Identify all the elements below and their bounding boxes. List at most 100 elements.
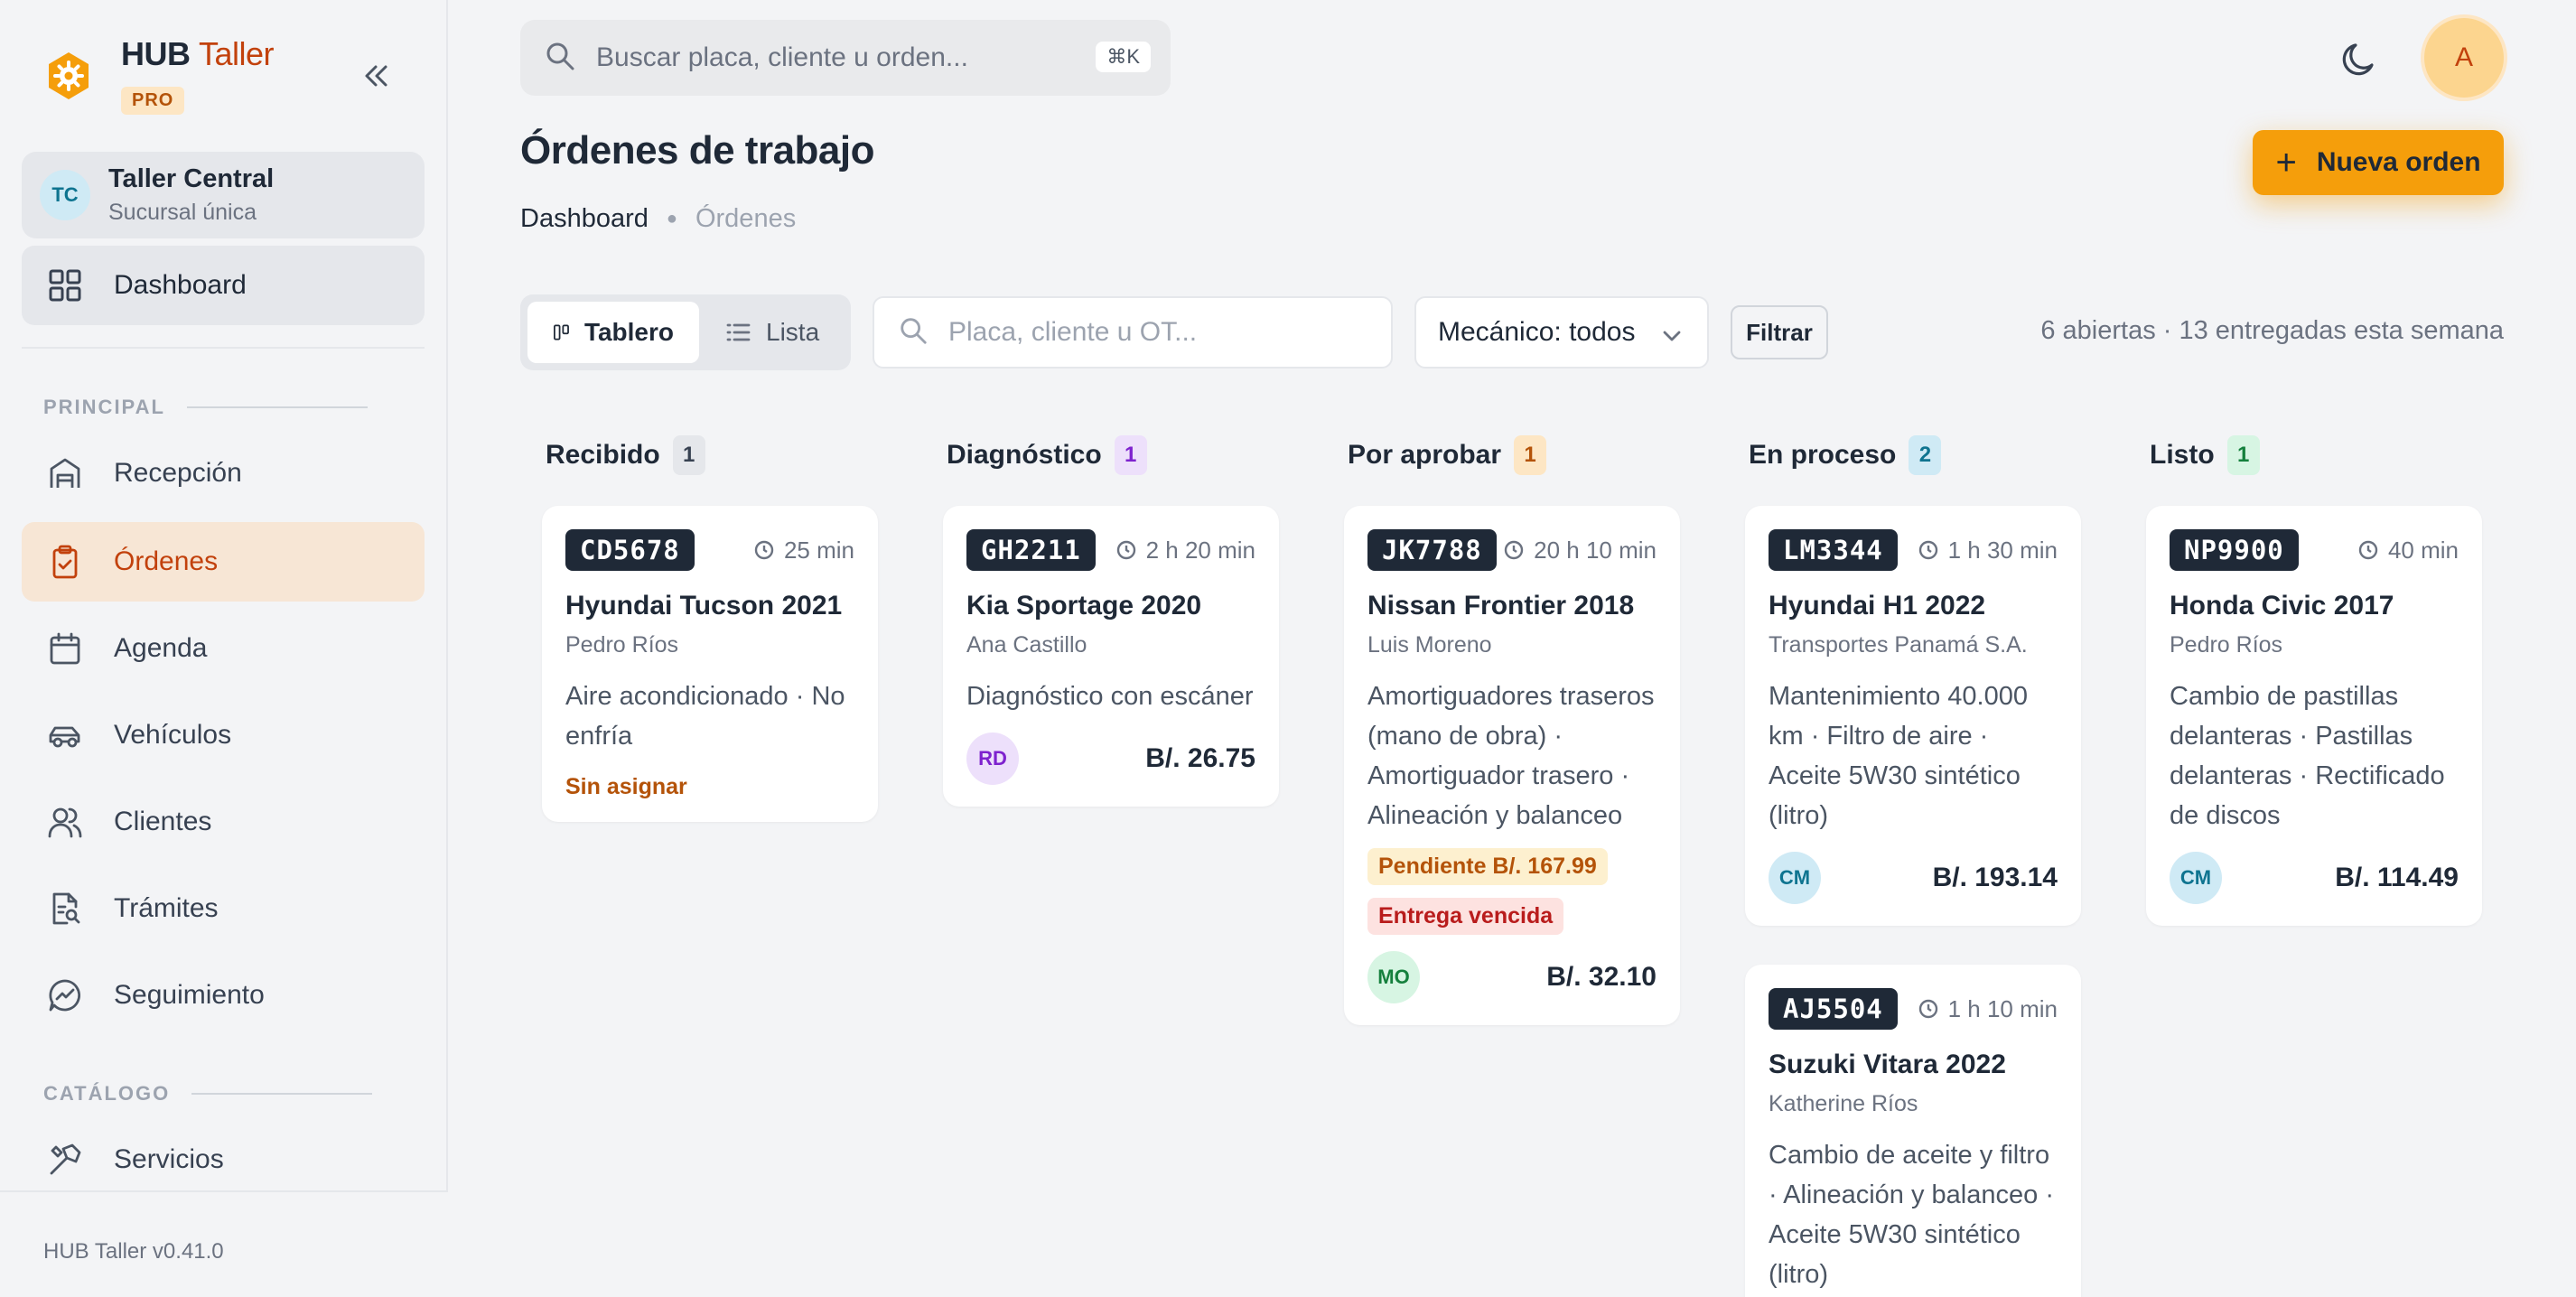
user-avatar[interactable]: A bbox=[2424, 18, 2504, 98]
column-count-badge: 1 bbox=[1114, 435, 1147, 475]
section-catalogo: CATÁLOGO bbox=[43, 1082, 373, 1106]
breadcrumb-separator: ● bbox=[666, 209, 677, 229]
brand-name: HUB Taller bbox=[121, 34, 275, 74]
document-search-icon bbox=[45, 889, 85, 928]
nav-servicios-label: Servicios bbox=[114, 1144, 224, 1174]
breadcrumb-current: Órdenes bbox=[695, 204, 797, 233]
plate-badge: CD5678 bbox=[565, 529, 695, 571]
column-diagnostico-header: Diagnóstico 1 bbox=[947, 435, 1147, 475]
column-listo-header: Listo 1 bbox=[2150, 435, 2260, 475]
section-catalogo-label: CATÁLOGO bbox=[43, 1082, 171, 1105]
vehicle-name: Honda Civic 2017 bbox=[2170, 591, 2394, 621]
elapsed-time: 1 h 10 min bbox=[1918, 995, 2058, 1023]
client-name: Pedro Ríos bbox=[2170, 632, 2283, 658]
nav-divider bbox=[22, 347, 425, 349]
view-board-button[interactable]: Tablero bbox=[527, 302, 699, 363]
wrench-hammer-icon bbox=[45, 1140, 85, 1180]
new-order-label: Nueva orden bbox=[2316, 147, 2481, 177]
dark-mode-toggle-icon[interactable] bbox=[2338, 38, 2381, 81]
order-card[interactable]: CD5678 25 min Hyundai Tucson 2021 Pedro … bbox=[542, 506, 878, 822]
order-price: B/. 193.14 bbox=[1932, 863, 2058, 892]
view-toggle: Tablero Lista bbox=[520, 294, 851, 370]
plate-badge: LM3344 bbox=[1769, 529, 1898, 571]
elapsed-time-value: 40 min bbox=[2387, 536, 2459, 564]
column-title: Diagnóstico bbox=[947, 440, 1102, 470]
nav-vehiculos[interactable]: Vehículos bbox=[22, 695, 425, 775]
search-icon bbox=[544, 40, 576, 77]
nav-tramites[interactable]: Trámites bbox=[22, 869, 425, 948]
branch-selector[interactable]: TC Taller Central Sucursal única bbox=[22, 152, 425, 238]
clock-icon bbox=[1504, 540, 1524, 560]
column-count-badge: 1 bbox=[2226, 435, 2260, 475]
order-card[interactable]: NP9900 40 min Honda Civic 2017 Pedro Río… bbox=[2146, 506, 2482, 926]
column-title: Recibido bbox=[546, 440, 660, 470]
client-name: Pedro Ríos bbox=[565, 632, 679, 658]
column-count-badge: 1 bbox=[672, 435, 705, 475]
grid-icon bbox=[45, 266, 85, 305]
view-list-button[interactable]: Lista bbox=[699, 302, 845, 363]
service-description: Diagnóstico con escáner bbox=[966, 682, 1254, 711]
vehicle-name: Hyundai H1 2022 bbox=[1769, 591, 1986, 621]
client-name: Luis Moreno bbox=[1367, 632, 1492, 658]
column-count-badge: 1 bbox=[1514, 435, 1547, 475]
client-name: Transportes Panamá S.A. bbox=[1769, 632, 2028, 658]
nav-ordenes-label: Órdenes bbox=[114, 546, 219, 576]
column-title: Listo bbox=[2150, 440, 2215, 470]
plate-badge: JK7788 bbox=[1367, 529, 1497, 571]
unassigned-status: Sin asignar bbox=[565, 774, 687, 799]
elapsed-time-value: 2 h 20 min bbox=[1145, 536, 1255, 564]
order-card[interactable]: JK7788 20 h 10 min Nissan Frontier 2018 … bbox=[1344, 506, 1680, 1025]
nav-clientes-label: Clientes bbox=[114, 807, 212, 836]
order-card[interactable]: AJ5504 1 h 10 min Suzuki Vitara 2022 Kat… bbox=[1745, 965, 2081, 1297]
order-card[interactable]: GH2211 2 h 20 min Kia Sportage 2020 Ana … bbox=[943, 506, 1279, 807]
new-order-button[interactable]: + Nueva orden bbox=[2253, 130, 2504, 195]
clock-icon bbox=[1918, 999, 1937, 1019]
nav-servicios[interactable]: Servicios bbox=[22, 1120, 425, 1199]
nav-recepcion[interactable]: Recepción bbox=[22, 434, 425, 513]
orders-summary: 6 abiertas · 13 entregadas esta semana bbox=[2040, 316, 2504, 345]
client-name: Ana Castillo bbox=[966, 632, 1087, 658]
order-price: B/. 114.49 bbox=[2335, 863, 2459, 892]
app-version: HUB Taller v0.41.0 bbox=[0, 1190, 448, 1297]
column-por-aprobar-header: Por aprobar 1 bbox=[1348, 435, 1547, 475]
overdue-badge: Entrega vencida bbox=[1367, 898, 1564, 935]
plus-icon: + bbox=[2275, 142, 2297, 182]
orders-search-placeholder: Placa, cliente u OT... bbox=[948, 317, 1198, 347]
elapsed-time-value: 1 h 30 min bbox=[1947, 536, 2058, 564]
nav-ordenes[interactable]: Órdenes bbox=[22, 522, 425, 602]
order-card[interactable]: LM3344 1 h 30 min Hyundai H1 2022 Transp… bbox=[1745, 506, 2081, 926]
mechanic-filter-select[interactable]: Mecánico: todos bbox=[1414, 296, 1709, 369]
nav-dashboard[interactable]: Dashboard bbox=[22, 246, 425, 325]
mechanic-filter-value: Mecánico: todos bbox=[1438, 317, 1636, 347]
elapsed-time: 25 min bbox=[753, 537, 854, 565]
nav-agenda[interactable]: Agenda bbox=[22, 609, 425, 688]
service-description: Aire acondicionado · No enfría bbox=[565, 682, 845, 751]
mechanic-avatar: CM bbox=[1769, 852, 1821, 904]
column-recibido-header: Recibido 1 bbox=[546, 435, 705, 475]
nav-seguimiento-label: Seguimiento bbox=[114, 980, 265, 1010]
page-title: Órdenes de trabajo bbox=[520, 128, 875, 173]
brand-name-a: HUB bbox=[121, 35, 191, 72]
pending-approval-badge: Pendiente B/. 167.99 bbox=[1367, 848, 1608, 885]
nav-clientes[interactable]: Clientes bbox=[22, 782, 425, 862]
clock-icon bbox=[1918, 540, 1937, 560]
collapse-sidebar-icon[interactable] bbox=[358, 58, 394, 94]
filter-button[interactable]: Filtrar bbox=[1731, 305, 1828, 359]
nav-dashboard-label: Dashboard bbox=[114, 270, 247, 300]
breadcrumb: Dashboard ● Órdenes bbox=[520, 204, 796, 234]
nav-seguimiento[interactable]: Seguimiento bbox=[22, 956, 425, 1035]
plate-badge: GH2211 bbox=[966, 529, 1096, 571]
brand-name-b: Taller bbox=[199, 35, 275, 72]
elapsed-time: 40 min bbox=[2357, 537, 2459, 565]
column-title: En proceso bbox=[1749, 440, 1897, 470]
brand[interactable]: HUB Taller PRO bbox=[43, 34, 275, 115]
search-shortcut: ⌘K bbox=[1096, 42, 1151, 72]
branch-avatar: TC bbox=[40, 170, 90, 220]
plate-badge: NP9900 bbox=[2170, 529, 2299, 571]
global-search[interactable]: Buscar placa, cliente u orden... ⌘K bbox=[520, 20, 1171, 96]
global-search-placeholder: Buscar placa, cliente u orden... bbox=[596, 42, 968, 72]
vehicle-name: Hyundai Tucson 2021 bbox=[565, 591, 843, 621]
vehicle-name: Nissan Frontier 2018 bbox=[1367, 591, 1635, 621]
orders-search-input[interactable]: Placa, cliente u OT... bbox=[873, 296, 1393, 369]
breadcrumb-dashboard[interactable]: Dashboard bbox=[520, 204, 649, 234]
